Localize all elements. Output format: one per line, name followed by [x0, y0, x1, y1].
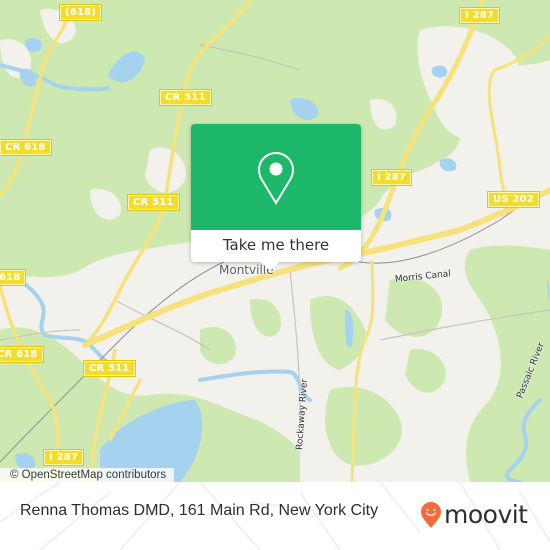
- road-shield-cr618: CR 618: [0, 140, 51, 155]
- moovit-logo[interactable]: moovit: [420, 500, 528, 530]
- location-popup: Take me there: [191, 124, 361, 271]
- map-pin-icon: [257, 151, 295, 205]
- road-shield-cr618: CR 618: [0, 347, 43, 362]
- moovit-pin-smile-icon: [421, 502, 441, 528]
- map-attribution[interactable]: © OpenStreetMap contributors: [0, 468, 175, 482]
- popup-pointer: [260, 261, 280, 271]
- take-me-there-button[interactable]: Take me there: [191, 230, 361, 262]
- road-shield-us202: US 202: [488, 192, 539, 207]
- road-shield-i287: I 287: [460, 8, 500, 23]
- road-shield-cr511: CR 511: [84, 361, 135, 376]
- location-title: Renna Thomas DMD, 161 Main Rd, New York …: [20, 502, 379, 519]
- road-shield-i287: I 287: [44, 450, 84, 465]
- footer-bar: Renna Thomas DMD, 161 Main Rd, New York …: [0, 482, 550, 550]
- road-shield-618: 618: [0, 270, 26, 285]
- road-shield-cr511: CR 511: [128, 195, 179, 210]
- moovit-wordmark: moovit: [444, 500, 528, 529]
- popup-header: [191, 124, 361, 230]
- road-shield-i287: I 287: [372, 170, 412, 185]
- map-view[interactable]: (618) CR 511 CR 618 CR 511 I 287 I 287 U…: [0, 0, 550, 482]
- road-shield-618: (618): [60, 5, 102, 20]
- road-shield-cr511: CR 511: [160, 90, 211, 105]
